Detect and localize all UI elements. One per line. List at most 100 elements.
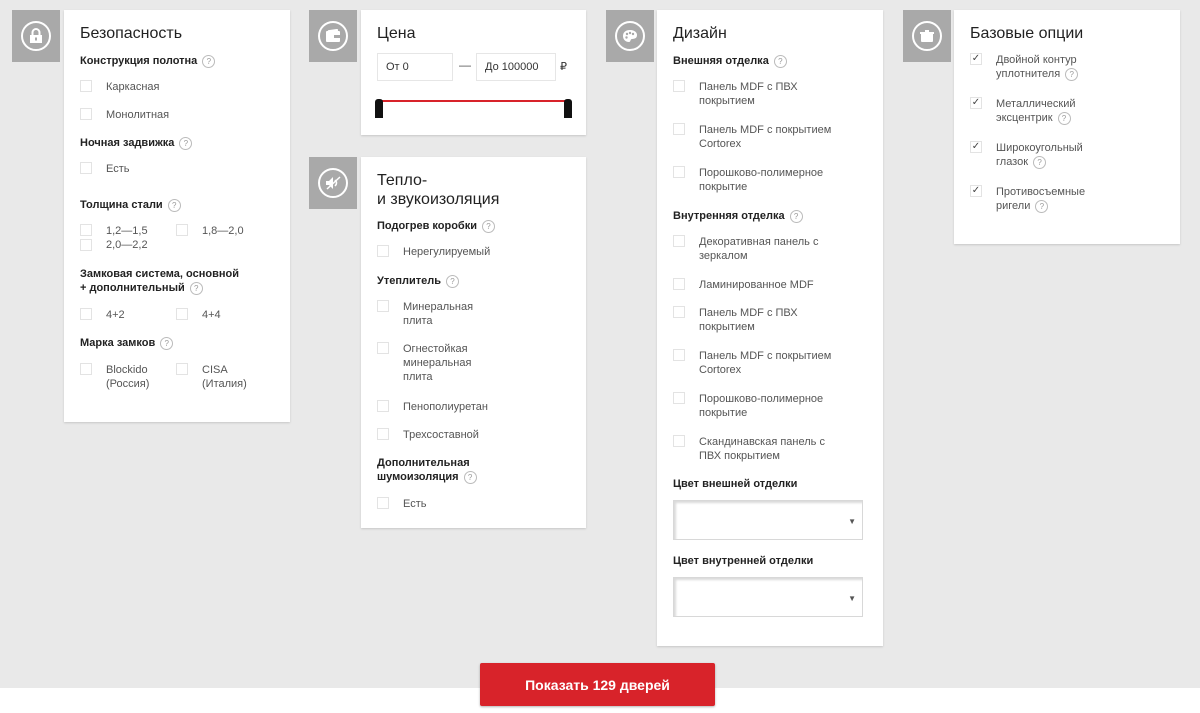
checkbox-checked[interactable]: ✓ [970,53,982,65]
checkbox[interactable] [377,428,389,440]
option-label: 4+4 [202,309,221,321]
construction-heading: Конструкция полотна? [80,54,216,68]
help-icon[interactable]: ? [1065,67,1079,81]
checkbox[interactable] [80,80,92,92]
help-icon[interactable]: ? [1057,111,1071,125]
checkbox[interactable] [673,278,685,290]
checkbox[interactable] [80,239,92,251]
help-icon[interactable]: ? [1035,199,1049,213]
help-icon[interactable]: ? [773,54,787,68]
help-icon[interactable]: ? [202,54,216,68]
security-title: Безопасность [80,25,183,42]
checkbox[interactable] [673,306,685,318]
option-label: Минеральная плита [403,301,474,327]
option-label: Панель MDF с покрытием Cortorex [699,124,832,150]
insulation-title: Тепло-и звукоизоляция [377,172,500,208]
help-icon[interactable]: ? [167,198,181,212]
option-label: Скандинавская панель с ПВХ покрытием [699,436,825,462]
option-label: 1,8—2,0 [202,225,244,237]
checkbox-checked[interactable]: ✓ [970,141,982,153]
palette-icon [615,21,645,51]
price-slider-min-handle[interactable] [375,99,383,118]
checkbox[interactable] [377,400,389,412]
show-doors-button[interactable]: Показать 129 дверей [480,663,715,706]
checkbox[interactable] [80,162,92,174]
checkbox[interactable] [377,300,389,312]
lock-brand-heading: Марка замков? [80,336,174,350]
option-label: Монолитная [106,109,170,121]
checkbox[interactable] [80,308,92,320]
option-label: Порошково-полимерное покрытие [699,393,824,419]
help-icon[interactable]: ? [160,336,174,350]
checkbox[interactable] [80,108,92,120]
price-category-icon-box [309,10,357,62]
checkbox[interactable] [377,497,389,509]
chevron-down-icon: ▼ [848,594,856,603]
option-label: Нерегулируемый [403,246,491,258]
help-icon[interactable]: ? [463,470,477,484]
help-icon[interactable]: ? [482,219,495,233]
checkbox[interactable] [176,224,188,236]
security-panel: Безопасность Конструкция полотна? Каркас… [64,10,290,422]
lock-icon [21,21,51,51]
price-panel: Цена От 0 — До 100000 ₽ [361,10,586,135]
insulation-panel: Тепло-и звукоизоляция Подогрев коробки? … [361,157,586,528]
option-label: Металлический эксцентрик? [996,98,1076,125]
checkbox[interactable] [377,342,389,354]
box-heating-heading: Подогрев коробки? [377,219,495,233]
option-label: Есть [106,163,130,175]
outer-finish-heading: Внешняя отделка? [673,54,787,68]
help-icon[interactable]: ? [179,136,193,150]
insulation-category-icon-box [309,157,357,209]
checkbox[interactable] [673,392,685,404]
option-label: Противосъемные ригели? [996,186,1086,213]
checkbox[interactable] [377,245,389,257]
help-icon[interactable]: ? [789,209,803,223]
option-label: Панель MDF с ПВХ покрытием [699,307,798,333]
security-category-icon-box [12,10,60,62]
price-range-dash: — [459,58,471,72]
design-panel: Дизайн Внешняя отделка? Панель MDF с ПВХ… [657,10,883,646]
chevron-down-icon: ▼ [848,517,856,526]
option-label: CISA (Италия) [202,364,247,390]
sound-insulation-icon [318,168,348,198]
pot-icon [912,21,942,51]
checkbox[interactable] [673,80,685,92]
checkbox[interactable] [673,235,685,247]
inner-color-label: Цвет внутренней отделки [673,555,814,567]
help-icon[interactable]: ? [1033,155,1047,169]
price-slider-max-handle[interactable] [564,99,572,118]
outer-color-select[interactable]: ▼ [673,500,863,540]
checkbox[interactable] [176,308,188,320]
option-label: Панель MDF с покрытием Cortorex [699,350,832,376]
checkbox-checked[interactable]: ✓ [970,185,982,197]
checkbox[interactable] [673,435,685,447]
option-label: Порошково-полимерное покрытие [699,167,824,193]
outer-color-label: Цвет внешней отделки [673,478,798,490]
option-label: 4+2 [106,309,125,321]
help-icon[interactable]: ? [189,281,203,295]
option-label: Огнестойкая минеральная плита [403,343,472,383]
checkbox[interactable] [673,123,685,135]
checkbox[interactable] [80,224,92,236]
option-label: 1,2—1,5 2,0—2,2 [106,225,148,251]
price-from-input[interactable]: От 0 [377,53,453,81]
price-slider-track[interactable] [381,100,567,102]
checkbox[interactable] [673,166,685,178]
option-label: Ламинированное MDF [699,279,814,291]
checkbox-checked[interactable]: ✓ [970,97,982,109]
base-options-panel: Базовые опции ✓ Двойной контур уплотнител… [954,10,1180,244]
option-label: Пенополиуретан [403,401,488,413]
checkbox[interactable] [176,363,188,375]
option-label: Каркасная [106,81,160,93]
checkbox[interactable] [673,349,685,361]
base-options-title: Базовые опции [970,25,1084,42]
lock-system-heading: Замковая система, основной + дополнительн… [80,268,239,295]
inner-color-select[interactable]: ▼ [673,577,863,617]
price-title: Цена [377,25,416,42]
design-category-icon-box [606,10,654,62]
option-label: Панель MDF с ПВХ покрытием [699,81,798,107]
checkbox[interactable] [80,363,92,375]
help-icon[interactable]: ? [446,274,459,288]
price-to-input[interactable]: До 100000 [476,53,556,81]
